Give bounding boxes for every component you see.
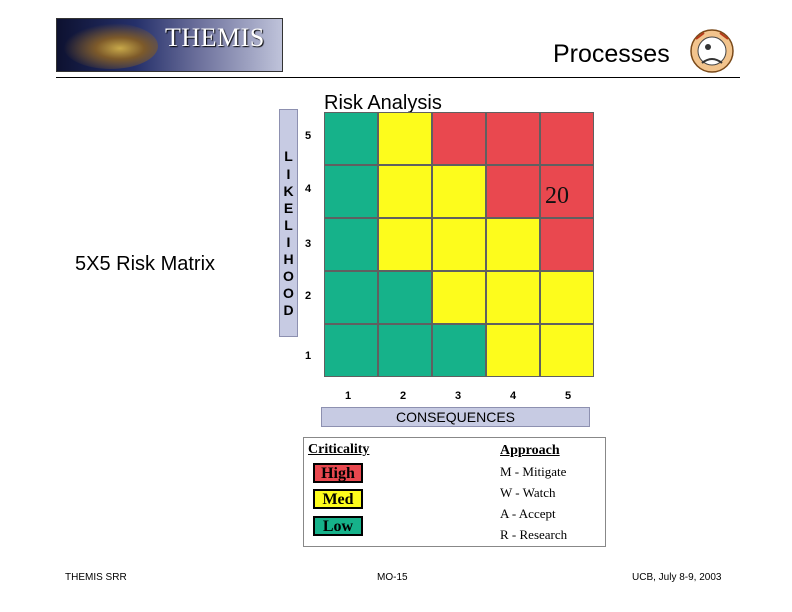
likelihood-level-label: 3 bbox=[305, 238, 312, 250]
likelihood-letter: K bbox=[283, 183, 294, 199]
consequence-level-label: 1 bbox=[345, 390, 352, 402]
likelihood-letter: I bbox=[286, 166, 291, 182]
approach-item: R - Research bbox=[500, 527, 568, 542]
matrix-cell bbox=[486, 165, 540, 218]
matrix-cell bbox=[540, 324, 594, 377]
approach-item: W - Watch bbox=[500, 485, 556, 500]
matrix-cell bbox=[432, 112, 486, 165]
matrix-cell bbox=[486, 218, 540, 271]
likelihood-level-label: 2 bbox=[305, 290, 312, 302]
logo-swirl-graphic bbox=[63, 23, 158, 69]
consequence-level-label: 4 bbox=[510, 390, 517, 402]
matrix-cell bbox=[486, 324, 540, 377]
likelihood-level-label: 1 bbox=[305, 350, 312, 362]
logo-text: THEMIS bbox=[165, 23, 265, 52]
likelihood-axis-label: L I K E L I H O O D bbox=[279, 109, 298, 337]
matrix-cell bbox=[486, 271, 540, 324]
matrix-cell bbox=[324, 324, 378, 377]
approach-item: A - Accept bbox=[500, 506, 556, 521]
criticality-heading: Criticality bbox=[308, 442, 370, 457]
matrix-cell bbox=[378, 112, 432, 165]
likelihood-level-label: 4 bbox=[305, 183, 312, 195]
likelihood-level-label: 5 bbox=[305, 130, 312, 142]
likelihood-letter: L bbox=[284, 148, 293, 164]
matrix-cell bbox=[432, 218, 486, 271]
matrix-cell bbox=[432, 271, 486, 324]
matrix-cell bbox=[378, 271, 432, 324]
matrix-cell bbox=[432, 324, 486, 377]
matrix-cell bbox=[432, 165, 486, 218]
themis-logo: THEMIS bbox=[56, 18, 283, 72]
approach-item: M - Mitigate bbox=[500, 464, 567, 479]
header-divider bbox=[56, 77, 740, 78]
footer-left: THEMIS SRR bbox=[65, 572, 127, 583]
legend-box: Criticality Approach High Med Low M - Mi… bbox=[303, 437, 606, 547]
criticality-med: Med bbox=[313, 489, 363, 509]
likelihood-letter: H bbox=[283, 251, 294, 267]
footer-center: MO-15 bbox=[377, 572, 408, 583]
consequence-level-label: 2 bbox=[400, 390, 407, 402]
likelihood-letter: O bbox=[283, 268, 294, 284]
matrix-cell bbox=[378, 218, 432, 271]
likelihood-letter: D bbox=[283, 302, 294, 318]
matrix-cell bbox=[486, 112, 540, 165]
criticality-low: Low bbox=[313, 516, 363, 536]
risk-score-annotation: 20 bbox=[545, 183, 569, 209]
matrix-cell bbox=[324, 218, 378, 271]
matrix-cell bbox=[324, 271, 378, 324]
likelihood-letter: O bbox=[283, 285, 294, 301]
matrix-caption: 5X5 Risk Matrix bbox=[75, 253, 216, 275]
matrix-cell bbox=[378, 165, 432, 218]
likelihood-letter: E bbox=[283, 200, 294, 216]
matrix-cell bbox=[378, 324, 432, 377]
consequences-axis-label: CONSEQUENCES bbox=[321, 407, 590, 427]
likelihood-letter: L bbox=[284, 217, 293, 233]
criticality-high: High bbox=[313, 463, 363, 483]
footer-right: UCB, July 8-9, 2003 bbox=[632, 572, 722, 583]
matrix-cell bbox=[540, 218, 594, 271]
matrix-cell bbox=[324, 112, 378, 165]
mascot-icon bbox=[690, 29, 734, 73]
matrix-cell bbox=[540, 271, 594, 324]
matrix-cell bbox=[540, 112, 594, 165]
approach-heading: Approach bbox=[500, 443, 560, 458]
consequence-level-label: 5 bbox=[565, 390, 572, 402]
matrix-cell bbox=[324, 165, 378, 218]
slide-title: Processes bbox=[553, 40, 670, 68]
consequence-level-label: 3 bbox=[455, 390, 462, 402]
likelihood-letter: I bbox=[286, 234, 291, 250]
